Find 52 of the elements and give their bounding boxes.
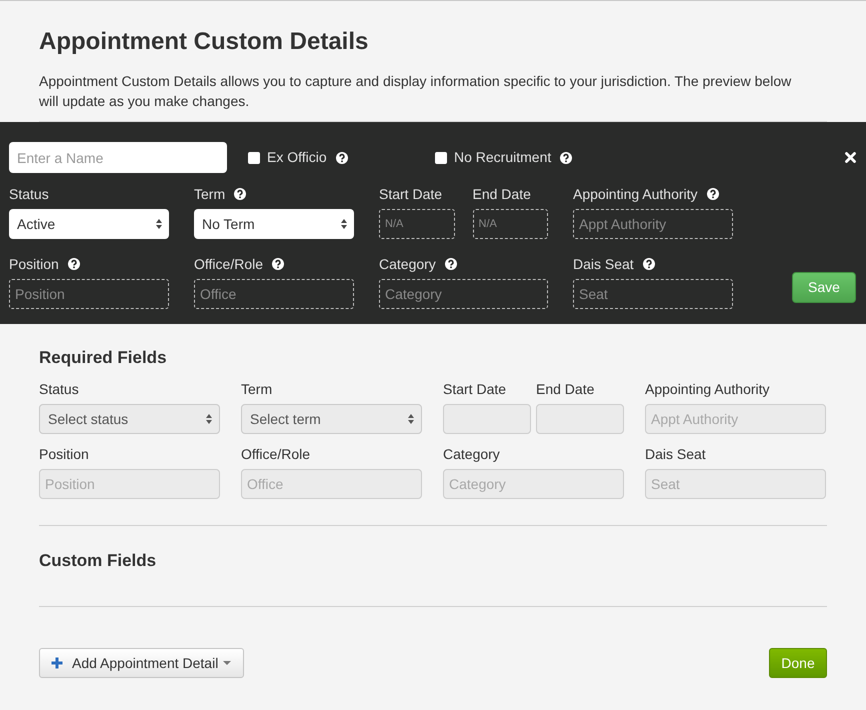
help-icon[interactable] <box>444 258 457 270</box>
checkbox[interactable] <box>248 152 260 164</box>
help-icon[interactable] <box>560 152 572 164</box>
field-label: End Date <box>536 380 594 398</box>
text-field[interactable]: Category <box>379 279 548 309</box>
updown-arrow-icon <box>408 414 414 424</box>
checkbox-label: No Recruitment <box>454 148 552 167</box>
field-label: Term <box>241 380 272 398</box>
field-label: Dais Seat <box>573 254 634 274</box>
field-label: Dais Seat <box>645 444 706 464</box>
field-label: Category <box>443 444 500 464</box>
field-label: Position <box>39 444 89 464</box>
help-icon[interactable] <box>68 258 80 270</box>
select-field[interactable]: No Term <box>194 209 354 239</box>
field-label: Category <box>379 254 436 274</box>
section-heading: Custom Fields <box>39 550 158 572</box>
text-field[interactable]: Office <box>194 279 354 309</box>
field-label: Term <box>194 184 226 204</box>
updown-arrow-icon <box>341 219 347 229</box>
field-label: Office/Role <box>241 444 310 464</box>
field-label: Start Date <box>443 380 506 398</box>
checkbox-label: Ex Officio <box>267 148 327 167</box>
help-icon[interactable] <box>272 258 284 270</box>
add-detail-button[interactable]: Add Appointment Detail <box>39 648 244 678</box>
help-icon[interactable] <box>706 188 719 200</box>
help-icon[interactable] <box>642 258 655 270</box>
help-icon[interactable] <box>336 152 348 164</box>
caret-icon <box>223 661 232 665</box>
field-label: Appointing Authority <box>573 184 698 204</box>
name-input-field[interactable]: Enter a Name <box>9 142 227 173</box>
text-field[interactable]: Position <box>9 279 169 309</box>
text-field[interactable]: Appt Authority <box>573 209 733 239</box>
plus-icon <box>51 657 63 669</box>
updown-arrow-icon <box>156 219 162 229</box>
date-field[interactable]: N/A <box>379 209 454 239</box>
page-title: Appointment Custom Details <box>39 27 370 57</box>
field-label: End Date <box>472 184 531 204</box>
field-label: Office/Role <box>194 254 263 274</box>
page-description: Appointment Custom Details allows you to capture and display information specific to your jurisdiction. The preview below will update as you make changes. <box>39 72 792 111</box>
help-icon[interactable] <box>234 188 246 200</box>
select-field[interactable]: Active <box>9 209 169 239</box>
field-label: Status <box>9 184 49 204</box>
close-icon[interactable] <box>845 152 856 163</box>
field-label: Status <box>39 380 79 398</box>
date-field[interactable]: N/A <box>472 209 548 239</box>
checkbox[interactable] <box>435 152 447 164</box>
updown-arrow-icon <box>206 414 212 424</box>
field-label: Position <box>9 254 59 274</box>
field-label: Appointing Authority <box>645 380 770 399</box>
field-label: Start Date <box>379 184 442 204</box>
section-heading: Required Fields <box>39 347 168 369</box>
text-field[interactable]: Seat <box>573 279 733 309</box>
